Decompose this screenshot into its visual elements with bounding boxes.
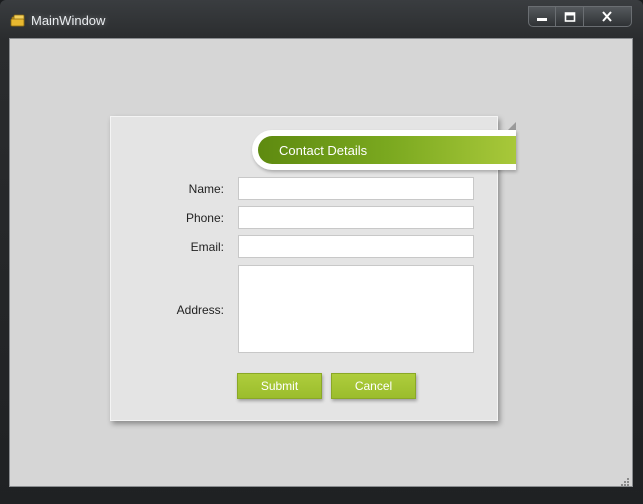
close-icon <box>601 7 613 26</box>
maximize-button[interactable] <box>556 7 584 26</box>
ribbon-fold <box>508 122 516 130</box>
caption-buttons <box>528 6 632 27</box>
address-label: Address: <box>176 303 224 317</box>
email-field[interactable] <box>238 235 474 258</box>
contact-form-card: Contact Details Name: Phone: Email: Addr… <box>110 116 516 421</box>
ribbon-band: Contact Details <box>258 136 516 164</box>
close-button[interactable] <box>584 7 631 26</box>
phone-field[interactable] <box>238 206 474 229</box>
form-title: Contact Details <box>279 142 368 158</box>
address-field[interactable] <box>238 265 474 353</box>
window-title: MainWindow <box>31 13 106 28</box>
cancel-button[interactable]: Cancel <box>331 373 416 399</box>
minimize-icon <box>536 7 548 26</box>
maximize-icon <box>564 7 576 26</box>
submit-button[interactable]: Submit <box>237 373 322 399</box>
name-field[interactable] <box>238 177 474 200</box>
form-header-ribbon: Contact Details <box>252 130 516 170</box>
client-area: Contact Details Name: Phone: Email: Addr… <box>9 38 633 487</box>
phone-label: Phone: <box>185 211 224 225</box>
resize-grip-icon[interactable] <box>619 473 629 486</box>
app-folder-icon <box>10 12 26 28</box>
window-frame: MainWindow Contact Details Name: Phone: … <box>0 0 643 504</box>
minimize-button[interactable] <box>529 7 557 26</box>
name-label: Name: <box>188 182 224 196</box>
title-bar[interactable]: MainWindow <box>0 0 643 38</box>
email-label: Email: <box>190 240 224 254</box>
